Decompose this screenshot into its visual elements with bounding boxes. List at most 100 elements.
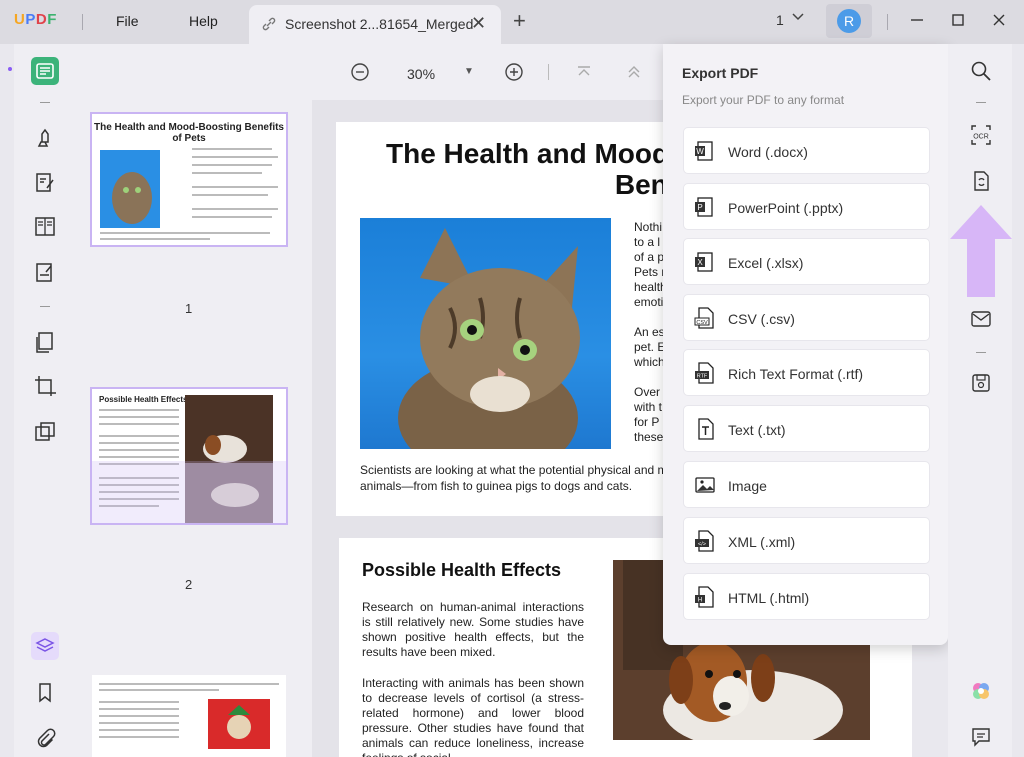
svg-text:</>: </> bbox=[698, 542, 706, 548]
word-icon: W bbox=[695, 141, 713, 161]
export-powerpoint-button[interactable]: P PowerPoint (.pptx) bbox=[683, 183, 930, 230]
zoom-level[interactable]: 30% bbox=[407, 66, 435, 82]
ai-assistant-icon[interactable] bbox=[970, 680, 992, 702]
page2-paragraph-1: Research on human-animal interactions is… bbox=[362, 600, 584, 659]
menu-help[interactable]: Help bbox=[189, 13, 218, 29]
reader-icon bbox=[36, 63, 54, 79]
export-image-button[interactable]: Image bbox=[683, 461, 930, 508]
form-icon bbox=[36, 263, 52, 282]
page-selector[interactable]: 1 bbox=[776, 12, 784, 28]
text-icon bbox=[698, 418, 714, 440]
close-window-icon[interactable] bbox=[991, 12, 1007, 28]
chevron-down-icon[interactable] bbox=[791, 10, 805, 24]
view-toolbar: 30% ▼ bbox=[312, 44, 664, 100]
export-rtf-button[interactable]: RTF Rich Text Format (.rtf) bbox=[683, 349, 930, 396]
maximize-icon[interactable] bbox=[950, 12, 966, 28]
link-icon bbox=[262, 17, 276, 31]
page-thumbnail-3[interactable] bbox=[92, 675, 286, 757]
forms-button[interactable] bbox=[31, 258, 59, 286]
indicator-dot bbox=[8, 67, 12, 71]
thumbnail-cat-image bbox=[100, 150, 160, 228]
crop-button[interactable] bbox=[31, 372, 59, 400]
thumbnail-title: Possible Health Effects bbox=[99, 395, 188, 404]
left-toolbar bbox=[14, 44, 76, 757]
menu-file[interactable]: File bbox=[116, 13, 139, 29]
user-account[interactable]: R bbox=[826, 4, 872, 38]
svg-text:H: H bbox=[698, 598, 702, 604]
first-page-icon[interactable] bbox=[574, 62, 594, 82]
page2-heading: Possible Health Effects bbox=[362, 560, 562, 580]
document-tab[interactable]: Screenshot 2...81654_Merged ✕ bbox=[249, 5, 501, 44]
comment-icon[interactable] bbox=[970, 726, 992, 748]
minimize-icon[interactable] bbox=[909, 12, 925, 28]
export-xml-button[interactable]: </> XML (.xml) bbox=[683, 517, 930, 564]
compress-button[interactable] bbox=[31, 418, 59, 446]
toolbar-separator bbox=[40, 306, 50, 307]
page-number-2: 2 bbox=[185, 577, 193, 592]
page-thumbnail-1[interactable]: The Health and Mood-Boosting Benefits of… bbox=[90, 112, 288, 247]
excel-icon: X bbox=[695, 252, 713, 272]
export-panel-subtitle: Export your PDF to any format bbox=[682, 93, 845, 107]
zoom-in-icon[interactable] bbox=[504, 62, 524, 82]
rtf-icon: RTF bbox=[695, 362, 714, 384]
edit-pdf-button[interactable] bbox=[31, 168, 59, 196]
toolbar-separator bbox=[976, 102, 986, 103]
thumbnail-title: The Health and Mood-Boosting Benefits of… bbox=[94, 122, 284, 144]
page1-side-text-c: Over with t for Pthese bbox=[634, 385, 664, 444]
title-bar: UPDF File Help Screenshot 2...81654_Merg… bbox=[0, 0, 1024, 44]
organize-pages-button[interactable] bbox=[31, 212, 59, 240]
toolbar-separator bbox=[976, 352, 986, 353]
layers-icon bbox=[31, 632, 59, 660]
image-icon bbox=[695, 477, 715, 493]
zoom-dropdown-icon[interactable]: ▼ bbox=[464, 66, 474, 77]
svg-text:OCR: OCR bbox=[973, 134, 989, 141]
page2-paragraph-2: Interacting with animals has been shown … bbox=[362, 676, 584, 757]
export-excel-button[interactable]: X Excel (.xlsx) bbox=[683, 238, 930, 285]
app-logo: UPDF bbox=[14, 11, 57, 28]
page-thumbnail-2[interactable]: Possible Health Effects bbox=[90, 387, 288, 525]
pdf-page-1: The Health and Mood Benefits of P Nothit… bbox=[336, 122, 786, 516]
toolbar-separator bbox=[40, 102, 50, 103]
new-tab-button[interactable]: + bbox=[513, 8, 526, 34]
export-word-button[interactable]: W Word (.docx) bbox=[683, 127, 930, 174]
right-toolbar: OCR bbox=[948, 44, 1012, 757]
arrow-up-icon bbox=[950, 205, 1012, 297]
thumbnail-panel: The Health and Mood-Boosting Benefits of… bbox=[76, 44, 312, 757]
export-text-button[interactable]: Text (.txt) bbox=[683, 405, 930, 452]
paperclip-icon bbox=[37, 728, 56, 748]
bookmark-icon bbox=[39, 683, 51, 703]
toolbar-separator bbox=[548, 64, 549, 80]
svg-text:X: X bbox=[697, 258, 703, 267]
page1-caption: Scientists are looking at what the poten… bbox=[360, 463, 668, 493]
reader-mode-button[interactable] bbox=[31, 57, 59, 85]
previous-page-icon[interactable] bbox=[624, 62, 644, 82]
mail-icon[interactable] bbox=[970, 308, 992, 330]
attachment-button[interactable] bbox=[31, 724, 59, 752]
thumbnail-dog-costume-image bbox=[208, 699, 270, 749]
csv-icon: CSV bbox=[694, 307, 714, 329]
zoom-out-icon[interactable] bbox=[350, 62, 370, 82]
bookmark-button[interactable] bbox=[31, 678, 59, 706]
svg-text:P: P bbox=[697, 203, 702, 212]
search-icon[interactable] bbox=[970, 60, 992, 82]
export-html-button[interactable]: H HTML (.html) bbox=[683, 573, 930, 620]
comment-tool-button[interactable] bbox=[31, 122, 59, 150]
convert-export-icon[interactable] bbox=[970, 170, 992, 192]
svg-text:CSV: CSV bbox=[696, 320, 708, 326]
export-pdf-panel: Export PDF Export your PDF to any format… bbox=[663, 44, 948, 645]
avatar: R bbox=[837, 9, 861, 33]
close-tab-icon[interactable]: ✕ bbox=[471, 13, 486, 34]
powerpoint-icon: P bbox=[695, 197, 713, 217]
save-icon[interactable] bbox=[970, 372, 992, 394]
export-csv-button[interactable]: CSV CSV (.csv) bbox=[683, 294, 930, 341]
title-separator bbox=[887, 14, 888, 30]
html-icon: H bbox=[695, 586, 714, 608]
ocr-icon[interactable]: OCR bbox=[970, 124, 992, 146]
convert-button[interactable] bbox=[31, 328, 59, 356]
edit-icon bbox=[36, 173, 54, 192]
cat-photo bbox=[360, 218, 611, 449]
page1-side-text-b: An es pet. Ewhich bbox=[634, 325, 666, 369]
document-copy-icon bbox=[36, 332, 53, 353]
layers-button[interactable] bbox=[31, 632, 59, 660]
layers-copy-icon bbox=[35, 422, 55, 441]
